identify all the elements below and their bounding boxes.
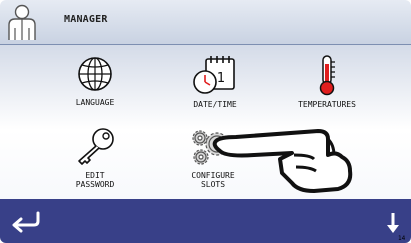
language-button[interactable]: LANGUAGE — [40, 54, 150, 107]
svg-text:1: 1 — [217, 71, 225, 86]
language-label: LANGUAGE — [75, 98, 115, 107]
date-time-label: DATE/TIME — [193, 100, 237, 109]
thermometer-icon — [319, 55, 335, 96]
temperatures-button[interactable]: TEMPERATURES — [272, 54, 382, 109]
screen: MANAGER LANGUAGE 1 DATE/TIME TEMPERATURE… — [0, 0, 411, 243]
down-arrow-icon[interactable] — [385, 211, 401, 235]
key-icon — [78, 128, 114, 165]
temperatures-label: TEMPERATURES — [298, 100, 356, 109]
footer-bar — [0, 199, 411, 243]
page-title: MANAGER — [64, 14, 108, 25]
page-number: 14 — [398, 235, 406, 242]
edit-password-label: EDIT PASSWORD — [75, 171, 115, 189]
calendar-clock-icon: 1 — [193, 56, 235, 94]
back-arrow-icon[interactable] — [8, 209, 50, 233]
globe-icon — [78, 57, 112, 91]
edit-password-button[interactable]: EDIT PASSWORD — [40, 127, 150, 189]
date-time-button[interactable]: 1 DATE/TIME — [160, 54, 270, 109]
pointing-hand-icon — [212, 129, 353, 193]
header-bar: MANAGER — [0, 0, 411, 45]
user-icon — [8, 4, 36, 40]
